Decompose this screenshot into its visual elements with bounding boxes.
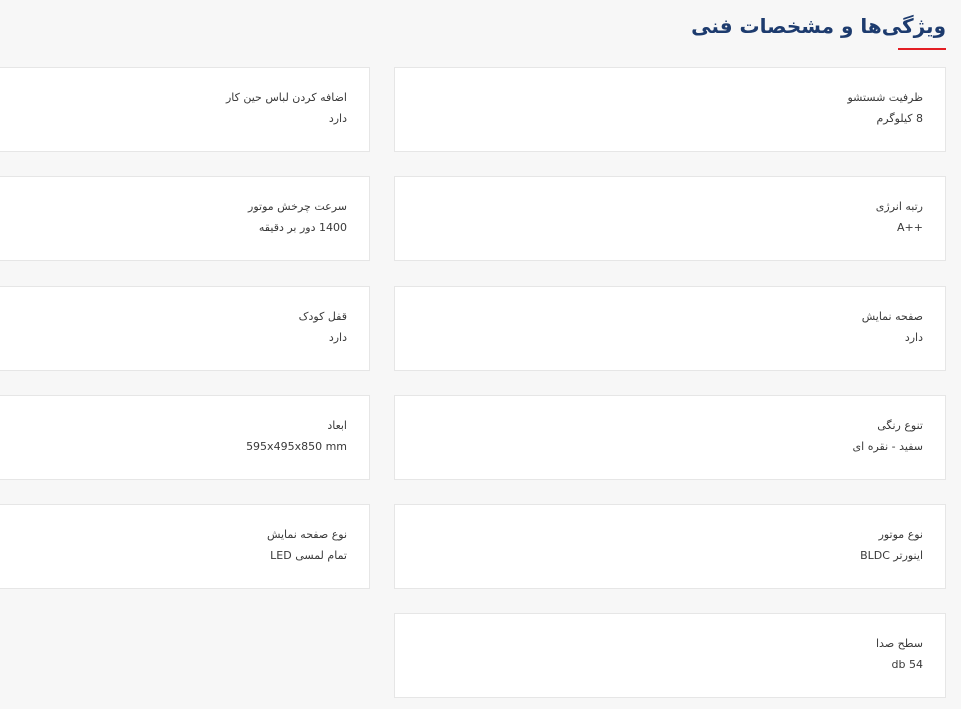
spec-value: 1400 دور بر دقیقه	[258, 221, 347, 234]
spec-card-energy-rating: رتبه انرژی A++	[394, 176, 946, 261]
spec-value: سفید - نقره ای	[852, 440, 923, 453]
spec-label: صفحه نمایش	[861, 310, 923, 323]
spec-card-wash-capacity: ظرفیت شستشو 8 کیلوگرم	[394, 67, 946, 152]
spec-label: سطح صدا	[875, 637, 923, 650]
spec-value: 8 کیلوگرم	[876, 112, 924, 125]
spec-value: 595x495x850 mm	[246, 440, 347, 453]
spec-card-dimensions: ابعاد 595x495x850 mm	[0, 395, 370, 480]
section-title: ویژگی‌ها و مشخصات فنی	[691, 14, 946, 38]
spec-value: اینورتر BLDC	[860, 549, 923, 562]
spec-label: قفل کودک	[298, 310, 347, 323]
spec-card-child-lock: قفل کودک دارد	[0, 286, 370, 371]
spec-value: تمام لمسی LED	[270, 549, 347, 562]
spec-value: دارد	[904, 331, 923, 344]
spec-value: A++	[897, 221, 923, 234]
spec-value: دارد	[328, 331, 347, 344]
spec-label: رتبه انرژی	[875, 200, 923, 213]
spec-card-color-variety: تنوع رنگی سفید - نقره ای	[394, 395, 946, 480]
spec-label: تنوع رنگی	[877, 419, 923, 432]
spec-card-spin-speed: سرعت چرخش موتور 1400 دور بر دقیقه	[0, 176, 370, 261]
spec-card-motor-type: نوع موتور اینورتر BLDC	[394, 504, 946, 589]
spec-value: 54 db	[891, 658, 923, 671]
spec-value: دارد	[328, 112, 347, 125]
spec-label: نوع موتور	[878, 528, 923, 541]
spec-label: سرعت چرخش موتور	[248, 200, 347, 213]
spec-card-noise-level: سطح صدا 54 db	[394, 613, 946, 698]
title-underline	[898, 48, 946, 50]
spec-label: اضافه کردن لباس حین کار	[225, 91, 347, 104]
spec-label: نوع صفحه نمایش	[266, 528, 347, 541]
spec-label: ابعاد	[327, 419, 347, 432]
spec-card-display-type: نوع صفحه نمایش تمام لمسی LED	[0, 504, 370, 589]
spec-label: ظرفیت شستشو	[847, 91, 923, 104]
spec-card-display: صفحه نمایش دارد	[394, 286, 946, 371]
spec-card-add-laundry: اضافه کردن لباس حین کار دارد	[0, 67, 370, 152]
